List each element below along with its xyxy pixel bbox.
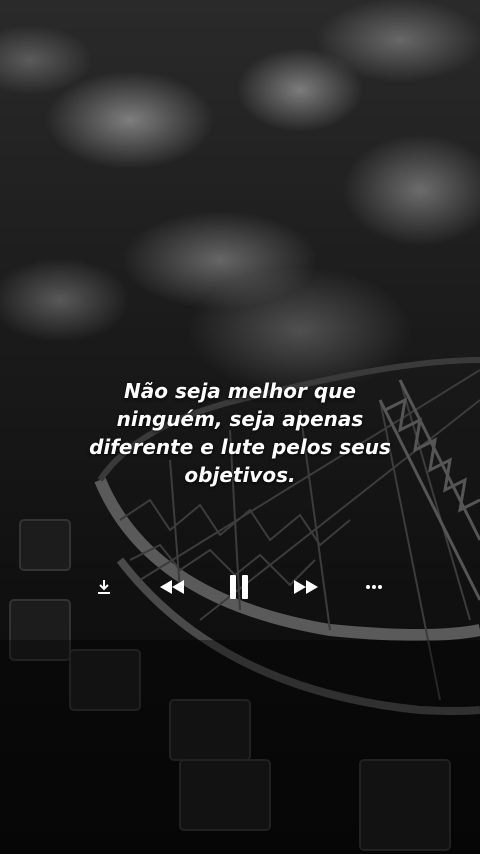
player-controls bbox=[80, 572, 400, 602]
rewind-icon bbox=[160, 580, 184, 594]
more-icon bbox=[366, 585, 382, 589]
story-screen: Não seja melhor que ninguém, seja apenas… bbox=[0, 0, 480, 854]
lyrics-line-1: Não seja melhor que bbox=[124, 379, 356, 403]
lyrics-line-3: diferente e lute pelos seus bbox=[89, 435, 391, 459]
fast-forward-icon bbox=[294, 580, 318, 594]
download-button[interactable] bbox=[94, 572, 114, 602]
download-icon bbox=[98, 580, 110, 594]
pause-icon bbox=[230, 575, 248, 599]
more-options-button[interactable] bbox=[364, 572, 384, 602]
fast-forward-button[interactable] bbox=[292, 572, 320, 602]
pause-button[interactable] bbox=[226, 572, 252, 602]
lyrics-text: Não seja melhor que ninguém, seja apenas… bbox=[60, 377, 420, 489]
lyrics-line-4: objetivos. bbox=[184, 463, 296, 487]
lyrics-line-2: ninguém, seja apenas bbox=[116, 407, 364, 431]
rewind-button[interactable] bbox=[158, 572, 186, 602]
